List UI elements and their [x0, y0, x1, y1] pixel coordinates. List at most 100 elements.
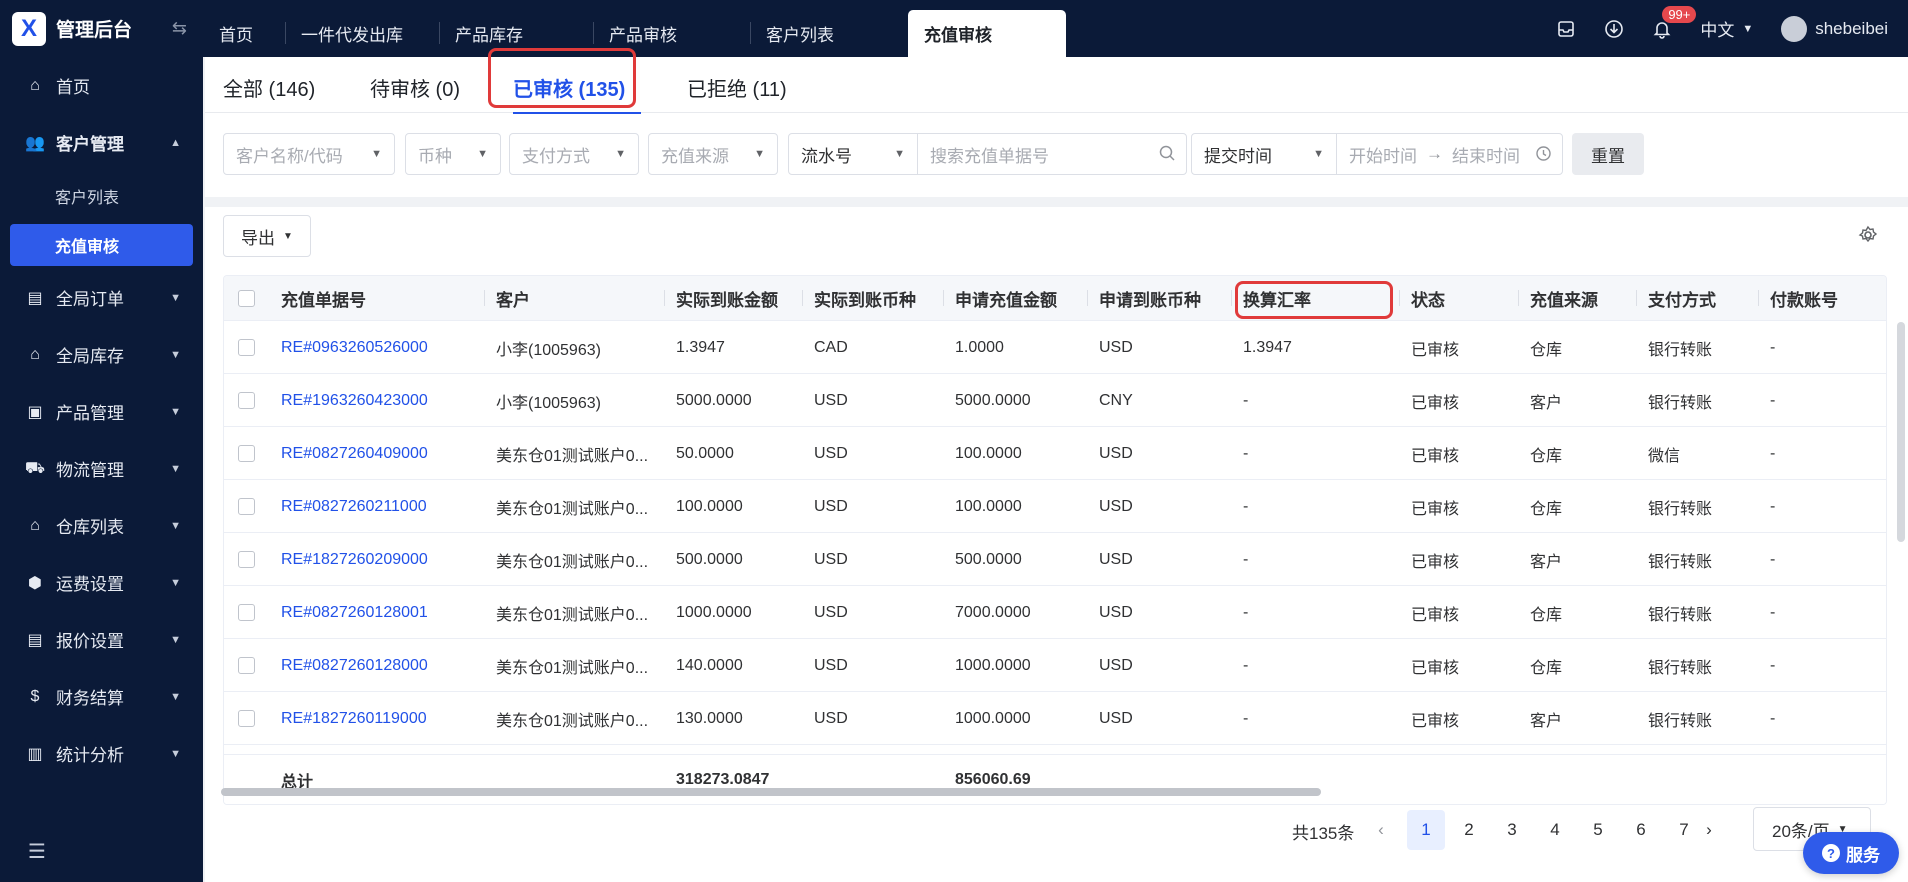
currency-filter[interactable]: 币种 ▼ — [405, 133, 501, 175]
sidebar-item-finance[interactable]: $ 财务结算 ▼ — [0, 668, 203, 725]
inbox-icon[interactable] — [1556, 19, 1576, 39]
sidebar-item-home[interactable]: ⌂ 首页 — [0, 57, 203, 114]
sidebar-item-quote[interactable]: ▤ 报价设置 ▼ — [0, 611, 203, 668]
row-checkbox[interactable] — [238, 498, 255, 515]
column-separator — [1758, 290, 1759, 306]
column-settings-icon[interactable] — [1858, 225, 1878, 250]
service-button[interactable]: ? 服务 — [1803, 832, 1899, 874]
payment-method-filter[interactable]: 支付方式 ▼ — [509, 133, 639, 175]
inventory-icon: ⌂ — [30, 345, 40, 363]
tab-all[interactable]: 全部 (146) — [223, 73, 315, 102]
recharge-order-link[interactable]: RE#0963260526000 — [281, 321, 428, 374]
recharge-order-link[interactable]: RE#1827260119000 — [281, 692, 427, 745]
row-checkbox[interactable] — [238, 445, 255, 462]
table-row[interactable]: RE#1963260423000 小李(1005963) 5000.0000 USD 5… — [224, 374, 1886, 427]
top-tab-1[interactable]: 一件代发出库 — [285, 10, 437, 57]
row-checkbox[interactable] — [238, 604, 255, 621]
sidebar-item-truck[interactable]: ⛟ 物流管理 ▼ — [0, 440, 203, 497]
app-logo[interactable]: X 管理后台 ⇆ — [0, 0, 203, 57]
row-checkbox[interactable] — [238, 339, 255, 356]
page-number[interactable]: 3 — [1493, 810, 1531, 850]
row-checkbox[interactable] — [238, 710, 255, 727]
sidebar-item-freight[interactable]: ⬢ 运费设置 ▼ — [0, 554, 203, 611]
table-row[interactable]: RE#0827260128000 美东仓01测试账户0... 140.0000 USD… — [224, 639, 1886, 692]
column-header[interactable]: 客户 — [496, 276, 530, 321]
column-header[interactable]: 申请到账币种 — [1099, 276, 1201, 321]
prev-page-icon[interactable]: ‹ — [1362, 810, 1400, 850]
sidebar-item-warehouse[interactable]: ⌂ 仓库列表 ▼ — [0, 497, 203, 554]
page-number[interactable]: 2 — [1450, 810, 1488, 850]
column-header[interactable]: 付款账号 — [1770, 276, 1838, 321]
sidebar-item-users[interactable]: 👥 客户管理 ▲ — [0, 114, 203, 171]
download-icon[interactable] — [1604, 19, 1624, 39]
customer-filter[interactable]: 客户名称/代码 ▼ — [223, 133, 395, 175]
tab-pending[interactable]: 待审核 (0) — [370, 73, 460, 102]
column-header[interactable]: 充值来源 — [1530, 276, 1598, 321]
sidebar-item-product[interactable]: ▣ 产品管理 ▼ — [0, 383, 203, 440]
section-divider — [205, 197, 1908, 207]
sidebar-subitem-recharge-review[interactable]: 充值审核 — [10, 224, 193, 266]
column-header[interactable]: 状态 — [1411, 276, 1445, 321]
column-header[interactable]: 实际到账金额 — [676, 276, 778, 321]
page-number[interactable]: 5 — [1579, 810, 1617, 850]
sidebar-item-order[interactable]: ▤ 全局订单 ▼ — [0, 269, 203, 326]
recharge-table: 充值单据号 客户 实际到账金额 实际到账币种 申请充值金额 申请到账币种 换算汇率 状态 充值来… — [223, 275, 1887, 805]
vertical-scrollbar[interactable] — [1897, 322, 1905, 542]
sidebar-subitem-customer-list[interactable]: 客户列表 — [0, 171, 203, 220]
table-row[interactable]: RE#1827260209000 美东仓01测试账户0... 500.0000 USD… — [224, 533, 1886, 586]
column-header[interactable]: 申请充值金额 — [955, 276, 1057, 321]
row-checkbox[interactable] — [238, 551, 255, 568]
recharge-order-link[interactable]: RE#1963260423000 — [281, 374, 428, 427]
range-arrow: → — [1426, 144, 1443, 163]
table-cell: USD — [814, 656, 848, 674]
top-tab-0[interactable]: 首页 — [203, 10, 283, 57]
help-icon: ? — [1822, 844, 1840, 862]
table-row[interactable]: RE#0827260211000 美东仓01测试账户0... 100.0000 USD… — [224, 480, 1886, 533]
serial-type-select[interactable]: 流水号 ▼ — [788, 133, 918, 175]
table-cell: 银行转账 — [1648, 341, 1713, 359]
recharge-source-filter[interactable]: 充值来源 ▼ — [648, 133, 778, 175]
table-row[interactable]: RE#0963260526000 小李(1005963) 1.3947 CAD 1.00… — [224, 321, 1886, 374]
sidebar-item-chart[interactable]: ▥ 统计分析 ▼ — [0, 725, 203, 782]
top-tab-5[interactable]: 充值审核 — [908, 10, 1066, 57]
sidebar-item-inventory[interactable]: ⌂ 全局库存 ▼ — [0, 326, 203, 383]
reset-button[interactable]: 重置 — [1572, 133, 1644, 175]
recharge-order-link[interactable]: RE#0827260409000 — [281, 427, 428, 480]
recharge-order-link[interactable]: RE#0827260128001 — [281, 586, 428, 639]
column-header[interactable]: 支付方式 — [1648, 276, 1716, 321]
table-cell: 已审核 — [1411, 394, 1460, 412]
row-checkbox[interactable] — [238, 392, 255, 409]
horizontal-scrollbar[interactable] — [221, 788, 1321, 796]
date-range-picker[interactable]: 开始时间 → 结束时间 — [1336, 133, 1563, 175]
notification-bell-icon[interactable]: 99+ — [1652, 5, 1697, 39]
recharge-order-link[interactable]: RE#0827260128000 — [281, 639, 428, 692]
top-tab-4[interactable]: 客户列表 — [750, 10, 906, 57]
service-label: 服务 — [1846, 845, 1880, 865]
collapse-swap-icon[interactable]: ⇆ — [172, 18, 187, 39]
row-checkbox[interactable] — [238, 657, 255, 674]
recharge-order-link[interactable]: RE#1827260209000 — [281, 533, 428, 586]
export-button[interactable]: 导出 ▼ — [223, 215, 311, 257]
chevron-down-icon: ▼ — [754, 148, 765, 160]
end-date-placeholder: 结束时间 — [1452, 146, 1520, 166]
table-row[interactable]: RE#1827260119000 美东仓01测试账户0... 130.0000 USD… — [224, 692, 1886, 745]
search-input[interactable]: 搜索充值单据号 — [917, 133, 1187, 175]
search-icon[interactable] — [1158, 144, 1176, 167]
page-number[interactable]: 1 — [1407, 810, 1445, 850]
menu-toggle-icon[interactable]: ☰ — [28, 839, 46, 864]
table-row[interactable]: RE#0827260409000 美东仓01测试账户0... 50.0000 USD 1… — [224, 427, 1886, 480]
page-number[interactable]: 4 — [1536, 810, 1574, 850]
time-type-select[interactable]: 提交时间 ▼ — [1191, 133, 1337, 175]
column-header[interactable]: 充值单据号 — [281, 276, 366, 321]
logo-icon: X — [12, 11, 46, 46]
tab-rejected[interactable]: 已拒绝 (11) — [687, 73, 787, 102]
table-cell: - — [1770, 550, 1776, 568]
next-page-icon[interactable]: › — [1690, 810, 1728, 850]
select-all-checkbox[interactable] — [238, 290, 255, 307]
recharge-order-link[interactable]: RE#0827260211000 — [281, 480, 427, 533]
user-menu[interactable]: shebeibei — [1781, 15, 1888, 42]
language-select[interactable]: 中文 ▼ — [1700, 16, 1753, 41]
table-row[interactable]: RE#0827260128001 美东仓01测试账户0... 1000.0000 US… — [224, 586, 1886, 639]
page-number[interactable]: 6 — [1622, 810, 1660, 850]
column-header[interactable]: 实际到账币种 — [814, 276, 916, 321]
